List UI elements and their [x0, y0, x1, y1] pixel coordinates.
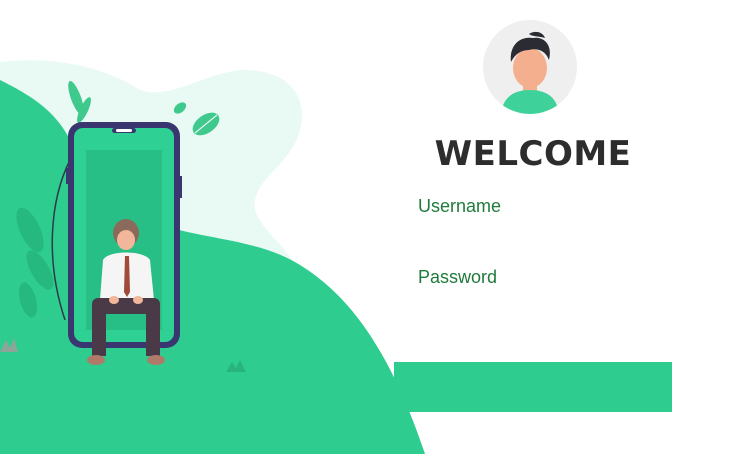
username-label: Username [418, 196, 502, 216]
login-button[interactable] [394, 362, 672, 412]
password-label: Password [418, 267, 498, 287]
page-title: WELCOME [434, 134, 632, 174]
user-avatar-icon [483, 20, 577, 114]
password-input[interactable] [394, 291, 672, 321]
username-input[interactable] [394, 220, 672, 250]
